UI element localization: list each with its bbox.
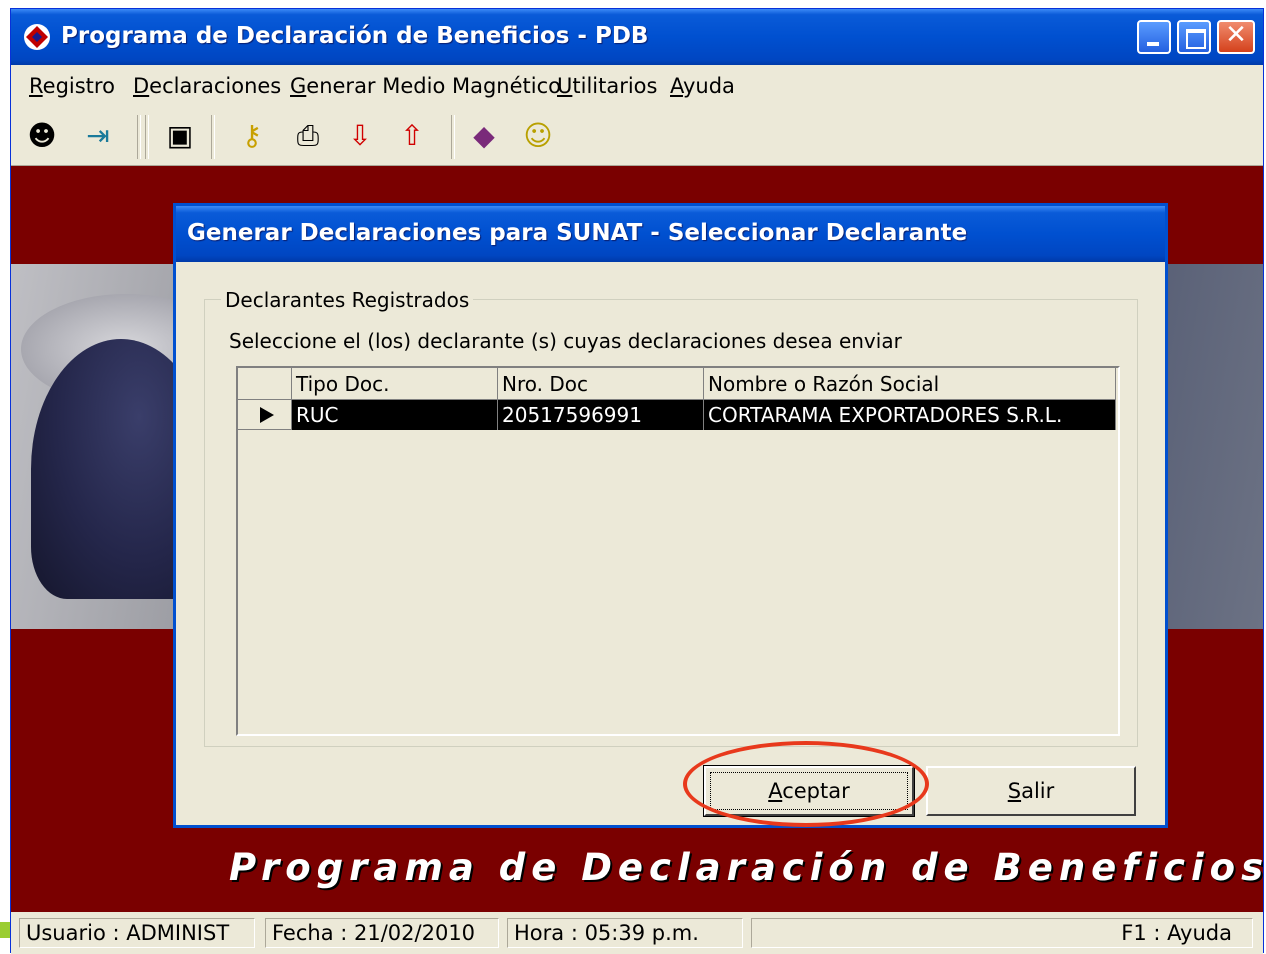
- cell-nro-doc[interactable]: 20517596991: [498, 400, 704, 430]
- close-icon: ✕: [1225, 20, 1247, 50]
- select-declarant-dialog: Generar Declaraciones para SUNAT - Selec…: [173, 203, 1168, 828]
- exit-button[interactable]: Salir: [926, 766, 1136, 816]
- banner-title: Programa de Declaración de Beneficios - …: [229, 846, 1263, 889]
- grid-header: Tipo Doc. Nro. Doc Nombre o Razón Social: [238, 368, 1116, 400]
- status-user: Usuario : ADMINIST: [19, 918, 255, 948]
- header-row-selector: [238, 368, 292, 400]
- header-tipo-doc[interactable]: Tipo Doc.: [292, 368, 498, 400]
- declarants-grid[interactable]: Tipo Doc. Nro. Doc Nombre o Razón Social…: [236, 366, 1120, 736]
- dialog-title-bar[interactable]: Generar Declaraciones para SUNAT - Selec…: [176, 206, 1165, 262]
- dialog-title: Generar Declaraciones para SUNAT - Selec…: [187, 220, 968, 246]
- row-indicator[interactable]: [238, 400, 292, 430]
- status-date: Fecha : 21/02/2010: [265, 918, 499, 948]
- cell-tipo-doc[interactable]: RUC: [292, 400, 498, 430]
- status-bar: Usuario : ADMINIST Fecha : 21/02/2010 Ho…: [11, 912, 1263, 954]
- header-nombre[interactable]: Nombre o Razón Social: [704, 368, 1116, 400]
- help-book-icon[interactable]: ◆: [467, 119, 501, 153]
- save-icon[interactable]: ▣: [163, 119, 197, 153]
- toolbar: ☻ ⇥ ▣ ⚷ ⎙ ⇩ ⇧ ◆ ☺: [11, 107, 1263, 166]
- download-icon[interactable]: ⇩: [343, 119, 377, 153]
- header-nro-doc[interactable]: Nro. Doc: [498, 368, 704, 400]
- highlight-annotation: [683, 741, 929, 827]
- cell-nombre[interactable]: CORTARAMA EXPORTADORES S.R.L.: [704, 400, 1116, 430]
- table-row[interactable]: RUC 20517596991 CORTARAMA EXPORTADORES S…: [238, 400, 1116, 430]
- toolbar-separator: [451, 115, 455, 159]
- menu-registro[interactable]: Registro: [29, 74, 115, 98]
- menu-declaraciones[interactable]: Declaraciones: [133, 74, 281, 98]
- menu-bar: Registro Declaraciones Generar Medio Mag…: [11, 65, 1263, 107]
- window-title: Programa de Declaración de Beneficios - …: [61, 23, 649, 49]
- title-bar[interactable]: Programa de Declaración de Beneficios - …: [11, 9, 1263, 65]
- maximize-button[interactable]: [1177, 20, 1211, 54]
- minimize-button[interactable]: [1137, 20, 1171, 54]
- key-icon[interactable]: ⚷: [235, 119, 269, 153]
- status-help: F1 : Ayuda: [751, 918, 1253, 948]
- current-row-arrow-icon: [260, 407, 274, 423]
- exit-icon[interactable]: ⇥: [81, 119, 115, 153]
- user-icon[interactable]: ☻: [25, 119, 59, 153]
- menu-utilitarios[interactable]: Utilitarios: [557, 74, 657, 98]
- instruction-text: Seleccione el (los) declarante (s) cuyas…: [229, 329, 902, 353]
- toolbar-separator: [211, 115, 215, 159]
- print-icon[interactable]: ⎙: [291, 119, 325, 153]
- app-logo-icon: [24, 24, 50, 50]
- upload-icon[interactable]: ⇧: [395, 119, 429, 153]
- maximize-icon: [1186, 29, 1206, 49]
- toolbar-separator: [137, 115, 141, 159]
- menu-ayuda[interactable]: Ayuda: [670, 74, 735, 98]
- status-time: Hora : 05:39 p.m.: [507, 918, 743, 948]
- left-accent: [0, 922, 10, 938]
- toolbar-separator: [145, 115, 149, 159]
- smiley-icon[interactable]: ☺: [521, 119, 555, 153]
- menu-generar-medio-magnetico[interactable]: Generar Medio Magnético: [290, 74, 561, 98]
- minimize-icon: [1147, 42, 1159, 46]
- close-button[interactable]: ✕: [1217, 20, 1255, 54]
- group-label: Declarantes Registrados: [221, 288, 474, 312]
